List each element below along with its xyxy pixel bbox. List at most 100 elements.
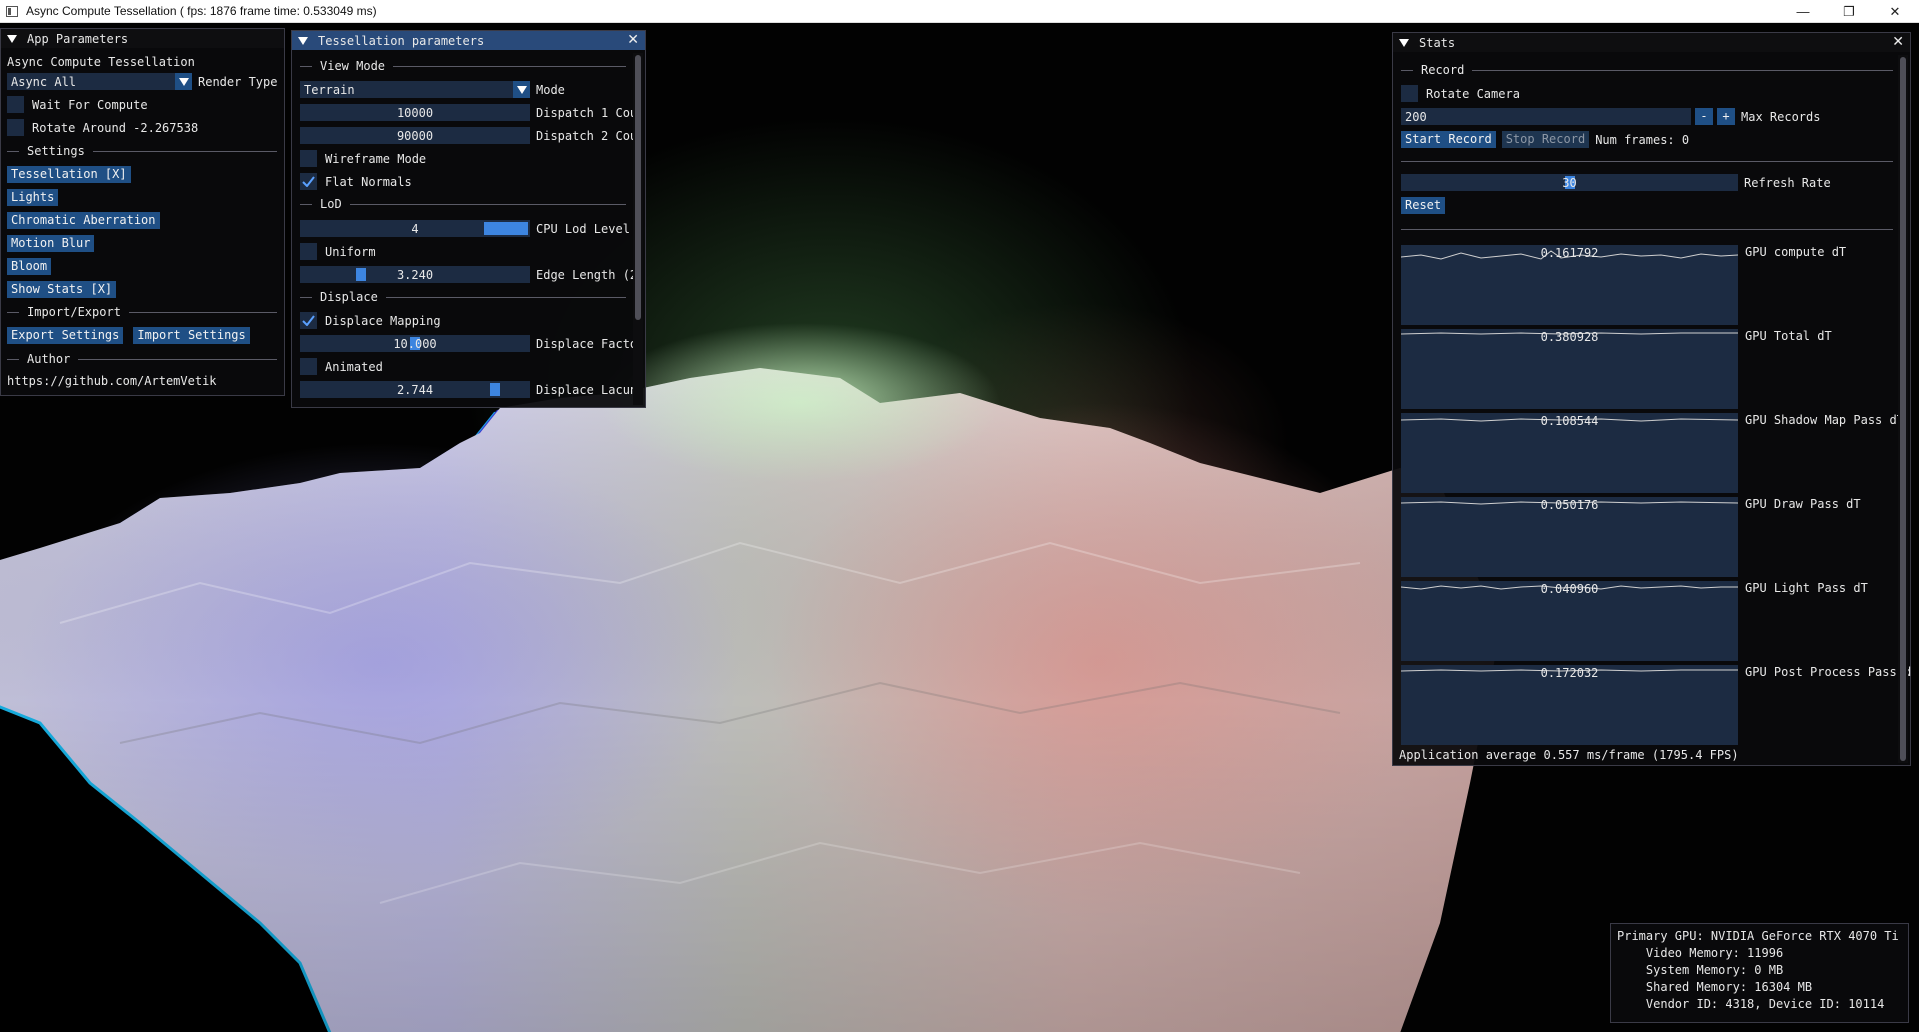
displace-separator: Displace [300, 289, 626, 305]
plot-gpu-compute-value: 0.161792 [1540, 246, 1599, 260]
render-type-combo[interactable]: Async All [7, 73, 192, 90]
lights-button[interactable]: Lights [7, 189, 59, 206]
maximize-button[interactable]: ❐ [1826, 0, 1872, 23]
lod-header: LoD [320, 197, 342, 211]
stats-title-bar[interactable]: Stats ✕ [1393, 33, 1910, 52]
stats-window[interactable]: Stats ✕ Record Rotate Camera 200 - + Max… [1392, 32, 1911, 766]
displace-factor-slider[interactable]: 10.000 [300, 335, 530, 352]
dispatch2-value: 90000 [396, 128, 434, 143]
plot-gpu-shadow-map-label: GPU Shadow Map Pass dT [1745, 413, 1904, 427]
chromatic-aberration-button[interactable]: Chromatic Aberration [7, 212, 160, 229]
render-type-value: Async All [11, 74, 77, 89]
minimize-button[interactable]: — [1780, 0, 1826, 23]
animated-checkbox[interactable] [300, 358, 317, 375]
record-divider [1401, 161, 1893, 162]
uniform-checkbox[interactable] [300, 243, 317, 260]
author-link[interactable]: https://github.com/ArtemVetik [7, 371, 217, 390]
app-icon [6, 5, 18, 17]
mode-value: Terrain [304, 82, 355, 97]
displace-factor-value: 10.000 [393, 336, 437, 351]
wireframe-label: Wireframe Mode [325, 151, 427, 166]
edge-length-slider[interactable]: 3.240 [300, 266, 530, 283]
record-header: Record [1421, 63, 1465, 77]
combo-arrow-icon[interactable] [513, 81, 530, 98]
dispatch2-input[interactable]: 90000 [300, 127, 530, 144]
stats-scrollbar-thumb[interactable] [1900, 57, 1906, 761]
author-separator: Author [7, 351, 277, 367]
rotate-around-checkbox[interactable] [7, 119, 24, 136]
settings-separator: Settings [7, 143, 277, 159]
checkmark-icon [302, 315, 315, 326]
dispatch1-value: 10000 [396, 105, 434, 120]
close-icon[interactable]: ✕ [1892, 34, 1904, 50]
collapse-triangle-icon[interactable] [7, 34, 17, 43]
max-records-value: 200 [1405, 109, 1427, 124]
view-mode-header: View Mode [320, 59, 386, 73]
collapse-triangle-icon[interactable] [298, 36, 308, 45]
tessellation-scrollbar[interactable] [633, 53, 643, 405]
os-title-bar[interactable]: Async Compute Tessellation ( fps: 1876 f… [0, 0, 1919, 23]
edge-length-slider-grab[interactable] [356, 268, 366, 281]
displace-lacun-label: Displace Lacun [536, 382, 638, 397]
motion-blur-button[interactable]: Motion Blur [7, 235, 95, 252]
max-records-decrement-button[interactable]: - [1695, 108, 1713, 125]
mode-combo[interactable]: Terrain [300, 81, 530, 98]
rotate-around-label: Rotate Around -2.267538 [32, 120, 199, 135]
plot-gpu-shadow-map-value: 0.108544 [1540, 414, 1599, 428]
tessellation-button[interactable]: Tessellation [X] [7, 166, 131, 183]
plot-gpu-total: 0.380928 [1401, 329, 1738, 409]
tessellation-parameters-window[interactable]: Tessellation parameters ✕ View Mode Terr… [291, 30, 646, 408]
window-title: Async Compute Tessellation ( fps: 1876 f… [26, 4, 377, 18]
dispatch1-input[interactable]: 10000 [300, 104, 530, 121]
gpu-info-shared-memory: Shared Memory: 16304 MB [1617, 980, 1813, 994]
displace-lacun-slider[interactable]: 2.744 [300, 381, 530, 398]
show-stats-button[interactable]: Show Stats [X] [7, 281, 117, 298]
start-record-button[interactable]: Start Record [1401, 131, 1496, 148]
collapse-triangle-icon[interactable] [1399, 38, 1409, 47]
app-parameters-title-bar[interactable]: App Parameters [1, 29, 284, 48]
import-export-header: Import/Export [27, 305, 121, 319]
cpu-lod-value: 4 [411, 221, 419, 236]
rotate-camera-checkbox[interactable] [1401, 85, 1418, 102]
cpu-lod-slider[interactable]: 4 [300, 220, 530, 237]
animated-label: Animated [325, 359, 383, 374]
max-records-increment-button[interactable]: + [1717, 108, 1735, 125]
displace-mapping-label: Displace Mapping [325, 313, 441, 328]
stop-record-button[interactable]: Stop Record [1501, 131, 1590, 148]
combo-arrow-icon[interactable] [175, 73, 192, 90]
plot-gpu-light-value: 0.040960 [1540, 582, 1599, 596]
displace-lacun-slider-grab[interactable] [490, 383, 500, 396]
tessellation-title: Tessellation parameters [318, 33, 485, 48]
tessellation-title-bar[interactable]: Tessellation parameters ✕ [292, 31, 645, 50]
mode-label: Mode [536, 82, 565, 97]
plot-gpu-post-process-value: 0.172032 [1540, 666, 1599, 680]
import-settings-button[interactable]: Import Settings [133, 327, 250, 344]
close-icon[interactable]: ✕ [627, 32, 639, 48]
plot-gpu-post-process: 0.172032 [1401, 665, 1738, 745]
app-parameters-window[interactable]: App Parameters Async Compute Tessellatio… [0, 28, 285, 396]
plot-gpu-total-label: GPU Total dT [1745, 329, 1832, 343]
gpu-info-overlay: Primary GPU: NVIDIA GeForce RTX 4070 Ti … [1610, 923, 1909, 1023]
stats-scrollbar[interactable] [1898, 55, 1908, 763]
reset-button[interactable]: Reset [1401, 197, 1446, 214]
flat-normals-checkbox[interactable] [300, 173, 317, 190]
edge-length-label: Edge Length (2 [536, 267, 638, 282]
refresh-rate-slider[interactable]: 30 [1401, 174, 1738, 191]
wait-for-compute-label: Wait For Compute [32, 97, 148, 112]
record-separator: Record [1401, 62, 1893, 78]
cpu-lod-slider-grab[interactable] [484, 222, 528, 235]
application-average-text: Application average 0.557 ms/frame (1795… [1399, 747, 1739, 762]
tessellation-scrollbar-thumb[interactable] [635, 55, 641, 320]
rotate-camera-label: Rotate Camera [1426, 86, 1520, 101]
wireframe-checkbox[interactable] [300, 150, 317, 167]
bloom-button[interactable]: Bloom [7, 258, 52, 275]
checkmark-icon [302, 176, 315, 187]
displace-mapping-checkbox[interactable] [300, 312, 317, 329]
max-records-input[interactable]: 200 [1401, 108, 1691, 125]
wait-for-compute-checkbox[interactable] [7, 96, 24, 113]
uniform-label: Uniform [325, 244, 376, 259]
plot-gpu-light-label: GPU Light Pass dT [1745, 581, 1868, 595]
plot-gpu-compute: 0.161792 [1401, 245, 1738, 325]
export-settings-button[interactable]: Export Settings [7, 327, 124, 344]
close-window-button[interactable]: ✕ [1872, 0, 1918, 23]
